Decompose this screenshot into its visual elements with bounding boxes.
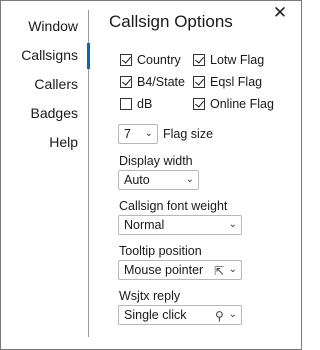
checkbox-box bbox=[120, 54, 132, 66]
sidebar-item-callsigns[interactable]: Callsigns bbox=[0, 47, 78, 63]
online-flag-checkbox[interactable]: Online Flag bbox=[193, 96, 274, 112]
click-icon: ⚲ bbox=[215, 309, 224, 323]
checkbox-label: B4/State bbox=[137, 75, 185, 89]
wsjtx-reply-label: Wsjtx reply bbox=[119, 289, 181, 303]
close-icon[interactable]: ✕ bbox=[270, 3, 290, 23]
chevron-down-icon: ⌄ bbox=[228, 309, 237, 320]
font-weight-label: Callsign font weight bbox=[119, 199, 228, 213]
tooltip-position-label: Tooltip position bbox=[119, 244, 202, 258]
selected-indicator bbox=[87, 43, 90, 69]
db-checkbox[interactable]: dB bbox=[120, 96, 152, 112]
flag-size-label: Flag size bbox=[163, 127, 214, 141]
sidebar-item-help[interactable]: Help bbox=[0, 134, 78, 150]
checkbox-label: Lotw Flag bbox=[210, 53, 265, 67]
checkbox-label: dB bbox=[137, 97, 153, 111]
checkbox-box bbox=[120, 76, 132, 88]
display-width-label: Display width bbox=[119, 154, 193, 168]
wsjtx-reply-select[interactable]: Single click ⚲ ⌄ bbox=[118, 305, 242, 325]
chevron-down-icon: ⌄ bbox=[228, 219, 237, 230]
flag-size-value: 7 bbox=[124, 127, 131, 141]
sidebar-item-callers[interactable]: Callers bbox=[0, 76, 78, 92]
checkbox-box bbox=[193, 98, 205, 110]
page-title: Callsign Options bbox=[109, 12, 233, 31]
font-weight-value: Normal bbox=[124, 218, 165, 232]
checkbox-box bbox=[193, 54, 205, 66]
checkbox-label: Country bbox=[137, 53, 181, 67]
tooltip-position-value: Mouse pointer bbox=[124, 263, 204, 277]
tooltip-position-select[interactable]: Mouse pointer ⇱ ⌄ bbox=[118, 260, 242, 280]
checkbox-box bbox=[120, 98, 132, 110]
country-checkbox[interactable]: Country bbox=[120, 52, 181, 68]
display-width-value: Auto bbox=[124, 173, 150, 187]
b4state-checkbox[interactable]: B4/State bbox=[120, 74, 185, 90]
chevron-down-icon: ⌄ bbox=[228, 264, 237, 275]
chevron-down-icon: ⌄ bbox=[144, 128, 153, 139]
sidebar-item-badges[interactable]: Badges bbox=[0, 105, 78, 121]
checkbox-label: Eqsl Flag bbox=[210, 75, 263, 89]
checkbox-box bbox=[193, 76, 205, 88]
lotw-flag-checkbox[interactable]: Lotw Flag bbox=[193, 52, 264, 68]
display-width-select[interactable]: Auto ⌄ bbox=[118, 170, 199, 190]
font-weight-select[interactable]: Normal ⌄ bbox=[118, 215, 242, 235]
flag-size-select[interactable]: 7 ⌄ bbox=[118, 124, 158, 144]
chevron-down-icon: ⌄ bbox=[185, 174, 194, 185]
mouse-pointer-icon: ⇱ bbox=[214, 264, 225, 278]
sidebar-item-window[interactable]: Window bbox=[0, 18, 78, 34]
checkbox-label: Online Flag bbox=[210, 97, 274, 111]
eqsl-flag-checkbox[interactable]: Eqsl Flag bbox=[193, 74, 262, 90]
wsjtx-reply-value: Single click bbox=[124, 308, 187, 322]
